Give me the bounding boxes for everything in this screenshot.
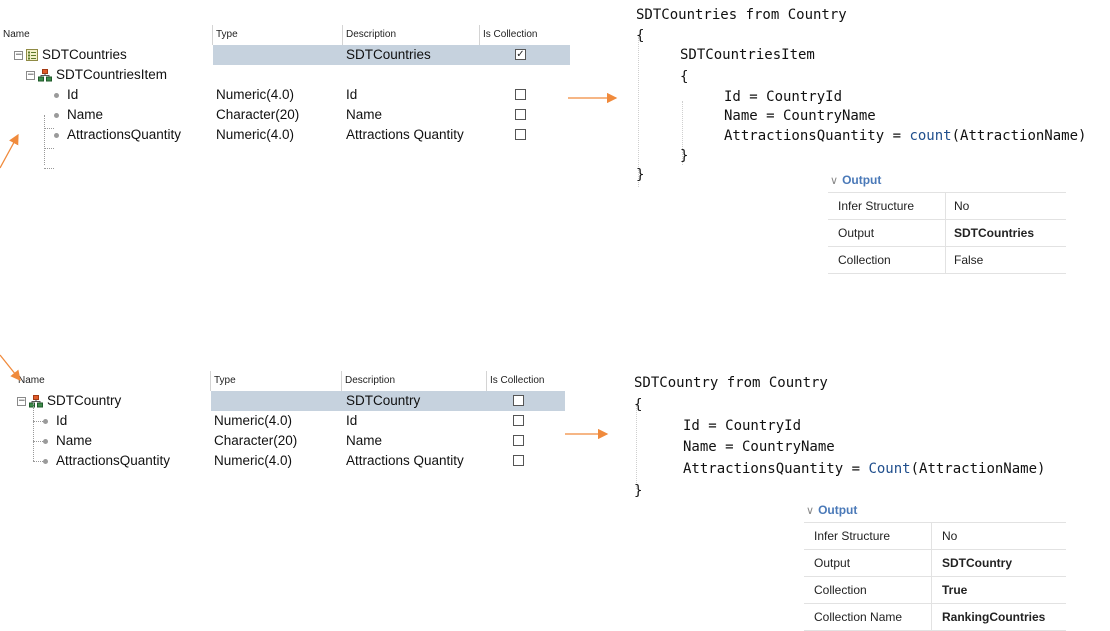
annotation-arrows	[0, 92, 618, 440]
arrow-diagonal-up	[0, 133, 19, 169]
arrow-diagonal-down	[0, 354, 21, 382]
